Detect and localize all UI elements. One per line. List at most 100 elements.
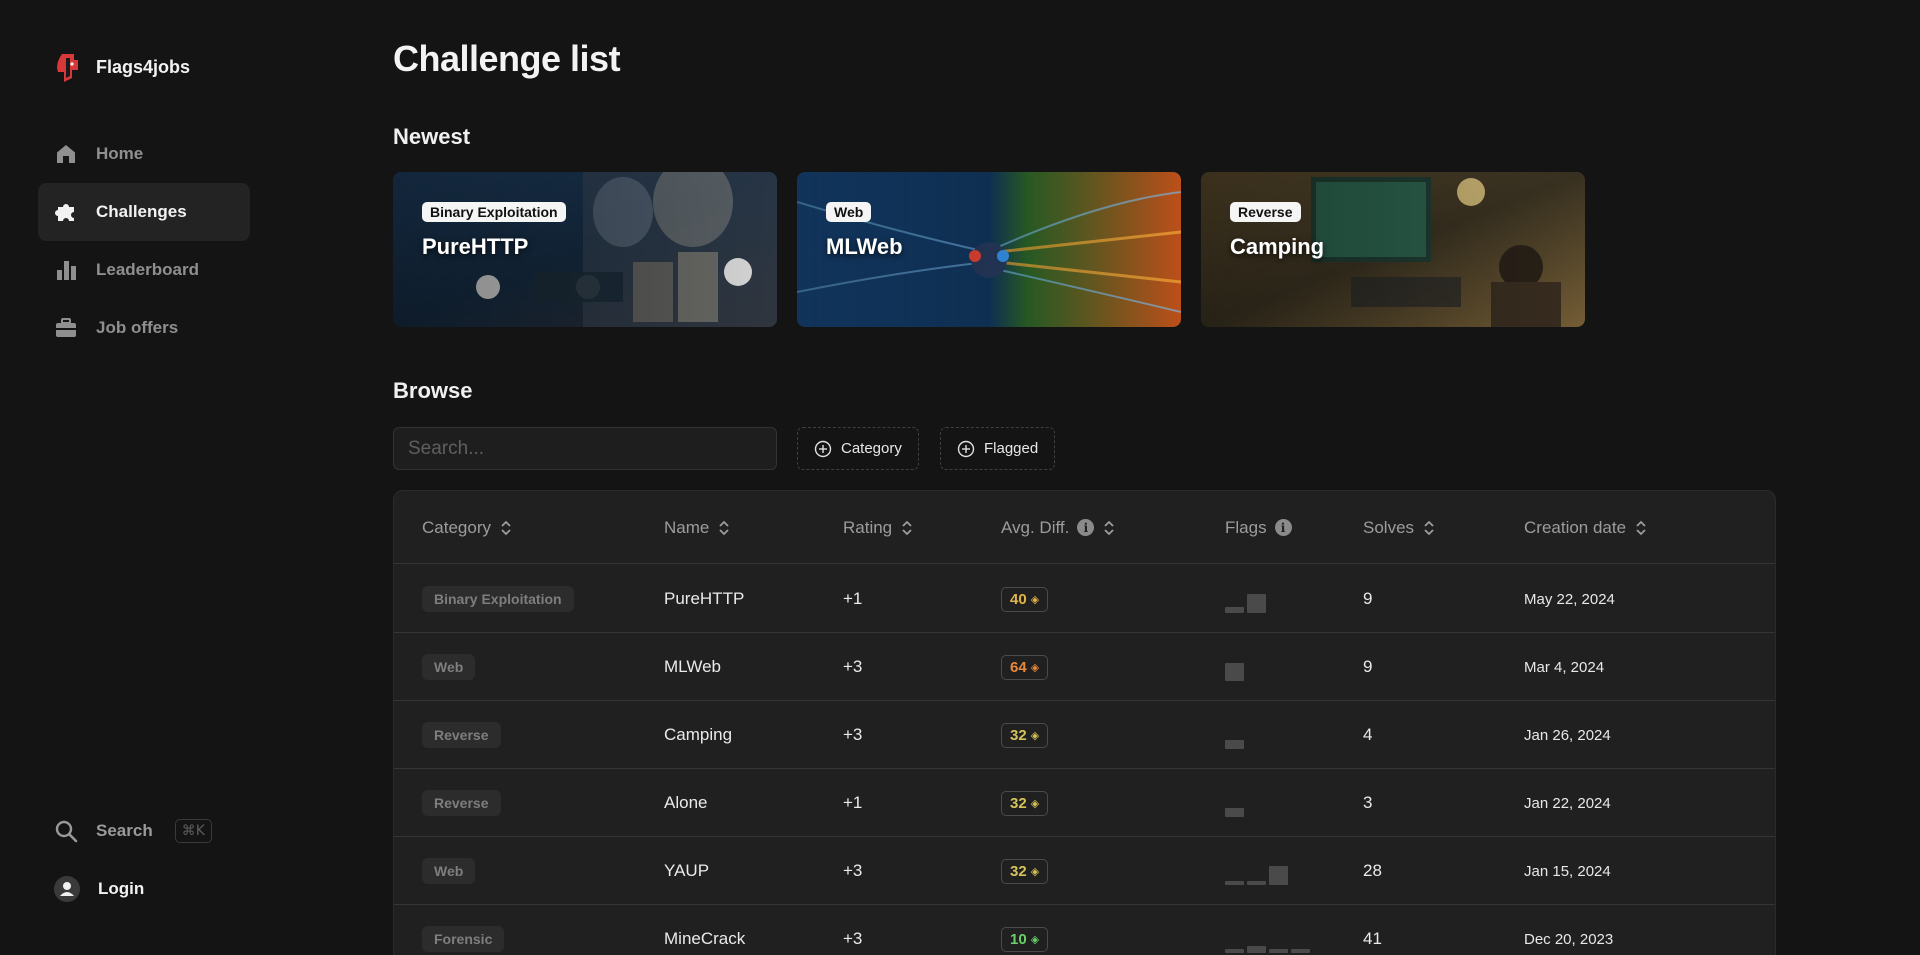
flagged-filter-button[interactable]: Flagged [940, 427, 1056, 470]
category-badge: Reverse [422, 790, 501, 816]
flags-bar [1225, 808, 1244, 817]
column-header-rating[interactable]: Rating [843, 491, 914, 564]
flags4jobs-logo-icon [57, 54, 78, 82]
newest-section-title: Newest [393, 124, 471, 149]
flags-mini-chart [1225, 793, 1244, 817]
info-icon[interactable]: i [1077, 519, 1095, 536]
category-cell: Binary Exploitation [422, 565, 574, 633]
sort-icon [1104, 520, 1114, 535]
flags-bar [1269, 866, 1288, 885]
solves-cell: 9 [1363, 657, 1373, 676]
flags-bar [1247, 946, 1266, 953]
column-header-avg-diff[interactable]: Avg. Diff. i [1001, 491, 1116, 564]
name-cell: PureHTTP [664, 589, 745, 608]
column-header-label: Creation date [1524, 517, 1627, 537]
creation-date-cell: Dec 20, 2023 [1524, 930, 1614, 948]
search-shortcut: ⌘K [174, 819, 212, 843]
flags-bar [1291, 949, 1310, 953]
difficulty-value: 32 [1010, 794, 1027, 812]
sidebar: Flags4jobs Home Challenges Leaderboard J… [0, 0, 270, 955]
puzzle-icon [55, 204, 74, 221]
sort-icon [902, 520, 912, 535]
table-row[interactable]: Web MLWeb +3 64 ◈ 9 Mar 4, 2024 [394, 633, 1775, 701]
difficulty-badge: 64 ◈ [1001, 654, 1049, 680]
difficulty-value: 64 [1010, 658, 1027, 676]
nav-item-home[interactable]: Home [38, 125, 250, 183]
category-badge: Reverse [422, 722, 501, 748]
flags-mini-chart [1225, 657, 1244, 681]
plus-circle-icon [814, 440, 832, 457]
page-title: Challenge list [393, 38, 621, 79]
creation-date-cell: Jan 26, 2024 [1524, 726, 1611, 744]
category-badge: Web [422, 858, 476, 884]
creation-date-cell: May 22, 2024 [1524, 590, 1615, 608]
table-row[interactable]: Binary Exploitation PureHTTP +1 40 ◈ 9 May 22,… [394, 565, 1775, 633]
creation-date-cell: Mar 4, 2024 [1524, 658, 1605, 676]
sort-icon [1424, 520, 1434, 535]
nav-item-leaderboard[interactable]: Leaderboard [38, 241, 250, 299]
flags-cell [1225, 905, 1310, 955]
solves-cell: 9 [1363, 589, 1373, 608]
column-header-label: Avg. Diff. [1001, 517, 1070, 537]
flags-bar [1269, 949, 1288, 953]
bottom-nav: Search ⌘K Login [38, 802, 250, 918]
nav-item-job-offers[interactable]: Job offers [38, 299, 250, 357]
search-button[interactable]: Search ⌘K [38, 802, 250, 860]
user-avatar-icon [54, 876, 80, 902]
sort-icon [501, 520, 511, 535]
column-header-label: Rating [843, 517, 893, 537]
column-header-name[interactable]: Name [664, 491, 731, 564]
card-title: PureHTTP [422, 234, 529, 259]
flags-mini-chart [1225, 589, 1266, 613]
flags-mini-chart [1225, 929, 1310, 953]
difficulty-value: 32 [1010, 862, 1027, 880]
diamond-icon: ◈ [1030, 729, 1040, 742]
sort-icon [1636, 520, 1646, 535]
column-header-label: Category [422, 517, 491, 537]
rating-cell: +3 [843, 861, 863, 880]
flags-cell [1225, 565, 1266, 633]
category-badge: Forensic [422, 926, 505, 952]
flags-cell [1225, 701, 1244, 769]
column-header-solves[interactable]: Solves [1363, 491, 1436, 564]
column-header-category[interactable]: Category [422, 491, 513, 564]
creation-date-cell: Jan 15, 2024 [1524, 862, 1611, 880]
flags-bar [1225, 740, 1244, 749]
card-title: Camping [1230, 234, 1325, 259]
card-category-badge: Binary Exploitation [422, 202, 566, 222]
difficulty-badge: 32 ◈ [1001, 790, 1049, 816]
challenge-card-mlweb[interactable]: Web MLWeb [797, 172, 1181, 327]
brand[interactable]: Flags4jobs [52, 50, 190, 84]
diamond-icon: ◈ [1030, 797, 1040, 810]
diamond-icon: ◈ [1030, 933, 1040, 946]
solves-cell: 41 [1363, 929, 1382, 948]
table-row[interactable]: Reverse Camping +3 32 ◈ 4 Jan 26, 2024 [394, 701, 1775, 769]
creation-date-cell: Jan 22, 2024 [1524, 794, 1611, 812]
flags-bar [1225, 663, 1244, 681]
login-button[interactable]: Login [38, 860, 250, 918]
difficulty-badge: 32 ◈ [1001, 722, 1049, 748]
category-filter-button[interactable]: Category [797, 427, 919, 470]
challenge-card-camping[interactable]: Reverse Camping [1201, 172, 1585, 327]
avg-diff-cell: 40 ◈ [1001, 565, 1049, 633]
avg-diff-cell: 32 ◈ [1001, 769, 1049, 837]
main-nav: Home Challenges Leaderboard Job offers [38, 125, 250, 357]
diamond-icon: ◈ [1030, 865, 1040, 878]
challenge-card-purehttp[interactable]: Binary Exploitation PureHTTP [393, 172, 777, 327]
table-row[interactable]: Forensic MineCrack +3 10 ◈ 41 Dec 20, 2023 [394, 905, 1775, 955]
flagged-filter-label: Flagged [984, 440, 1039, 457]
nav-item-challenges[interactable]: Challenges [38, 183, 250, 241]
info-icon[interactable]: i [1274, 519, 1292, 536]
rating-cell: +3 [843, 929, 863, 948]
card-title: MLWeb [826, 234, 903, 259]
name-cell: Alone [664, 793, 708, 812]
column-header-creation-date[interactable]: Creation date [1524, 491, 1648, 564]
table-row[interactable]: Reverse Alone +1 32 ◈ 3 Jan 22, 2024 [394, 769, 1775, 837]
difficulty-value: 10 [1010, 930, 1027, 948]
table-row[interactable]: Web YAUP +3 32 ◈ 28 Jan 15, 2024 [394, 837, 1775, 905]
column-header-label: Flags [1225, 517, 1267, 537]
table-header: Category Name Rating Avg. Diff. i Flags … [394, 491, 1775, 564]
column-header-label: Solves [1363, 517, 1415, 537]
column-header-flags[interactable]: Flags i [1225, 491, 1292, 564]
challenge-search-input[interactable] [393, 427, 777, 470]
